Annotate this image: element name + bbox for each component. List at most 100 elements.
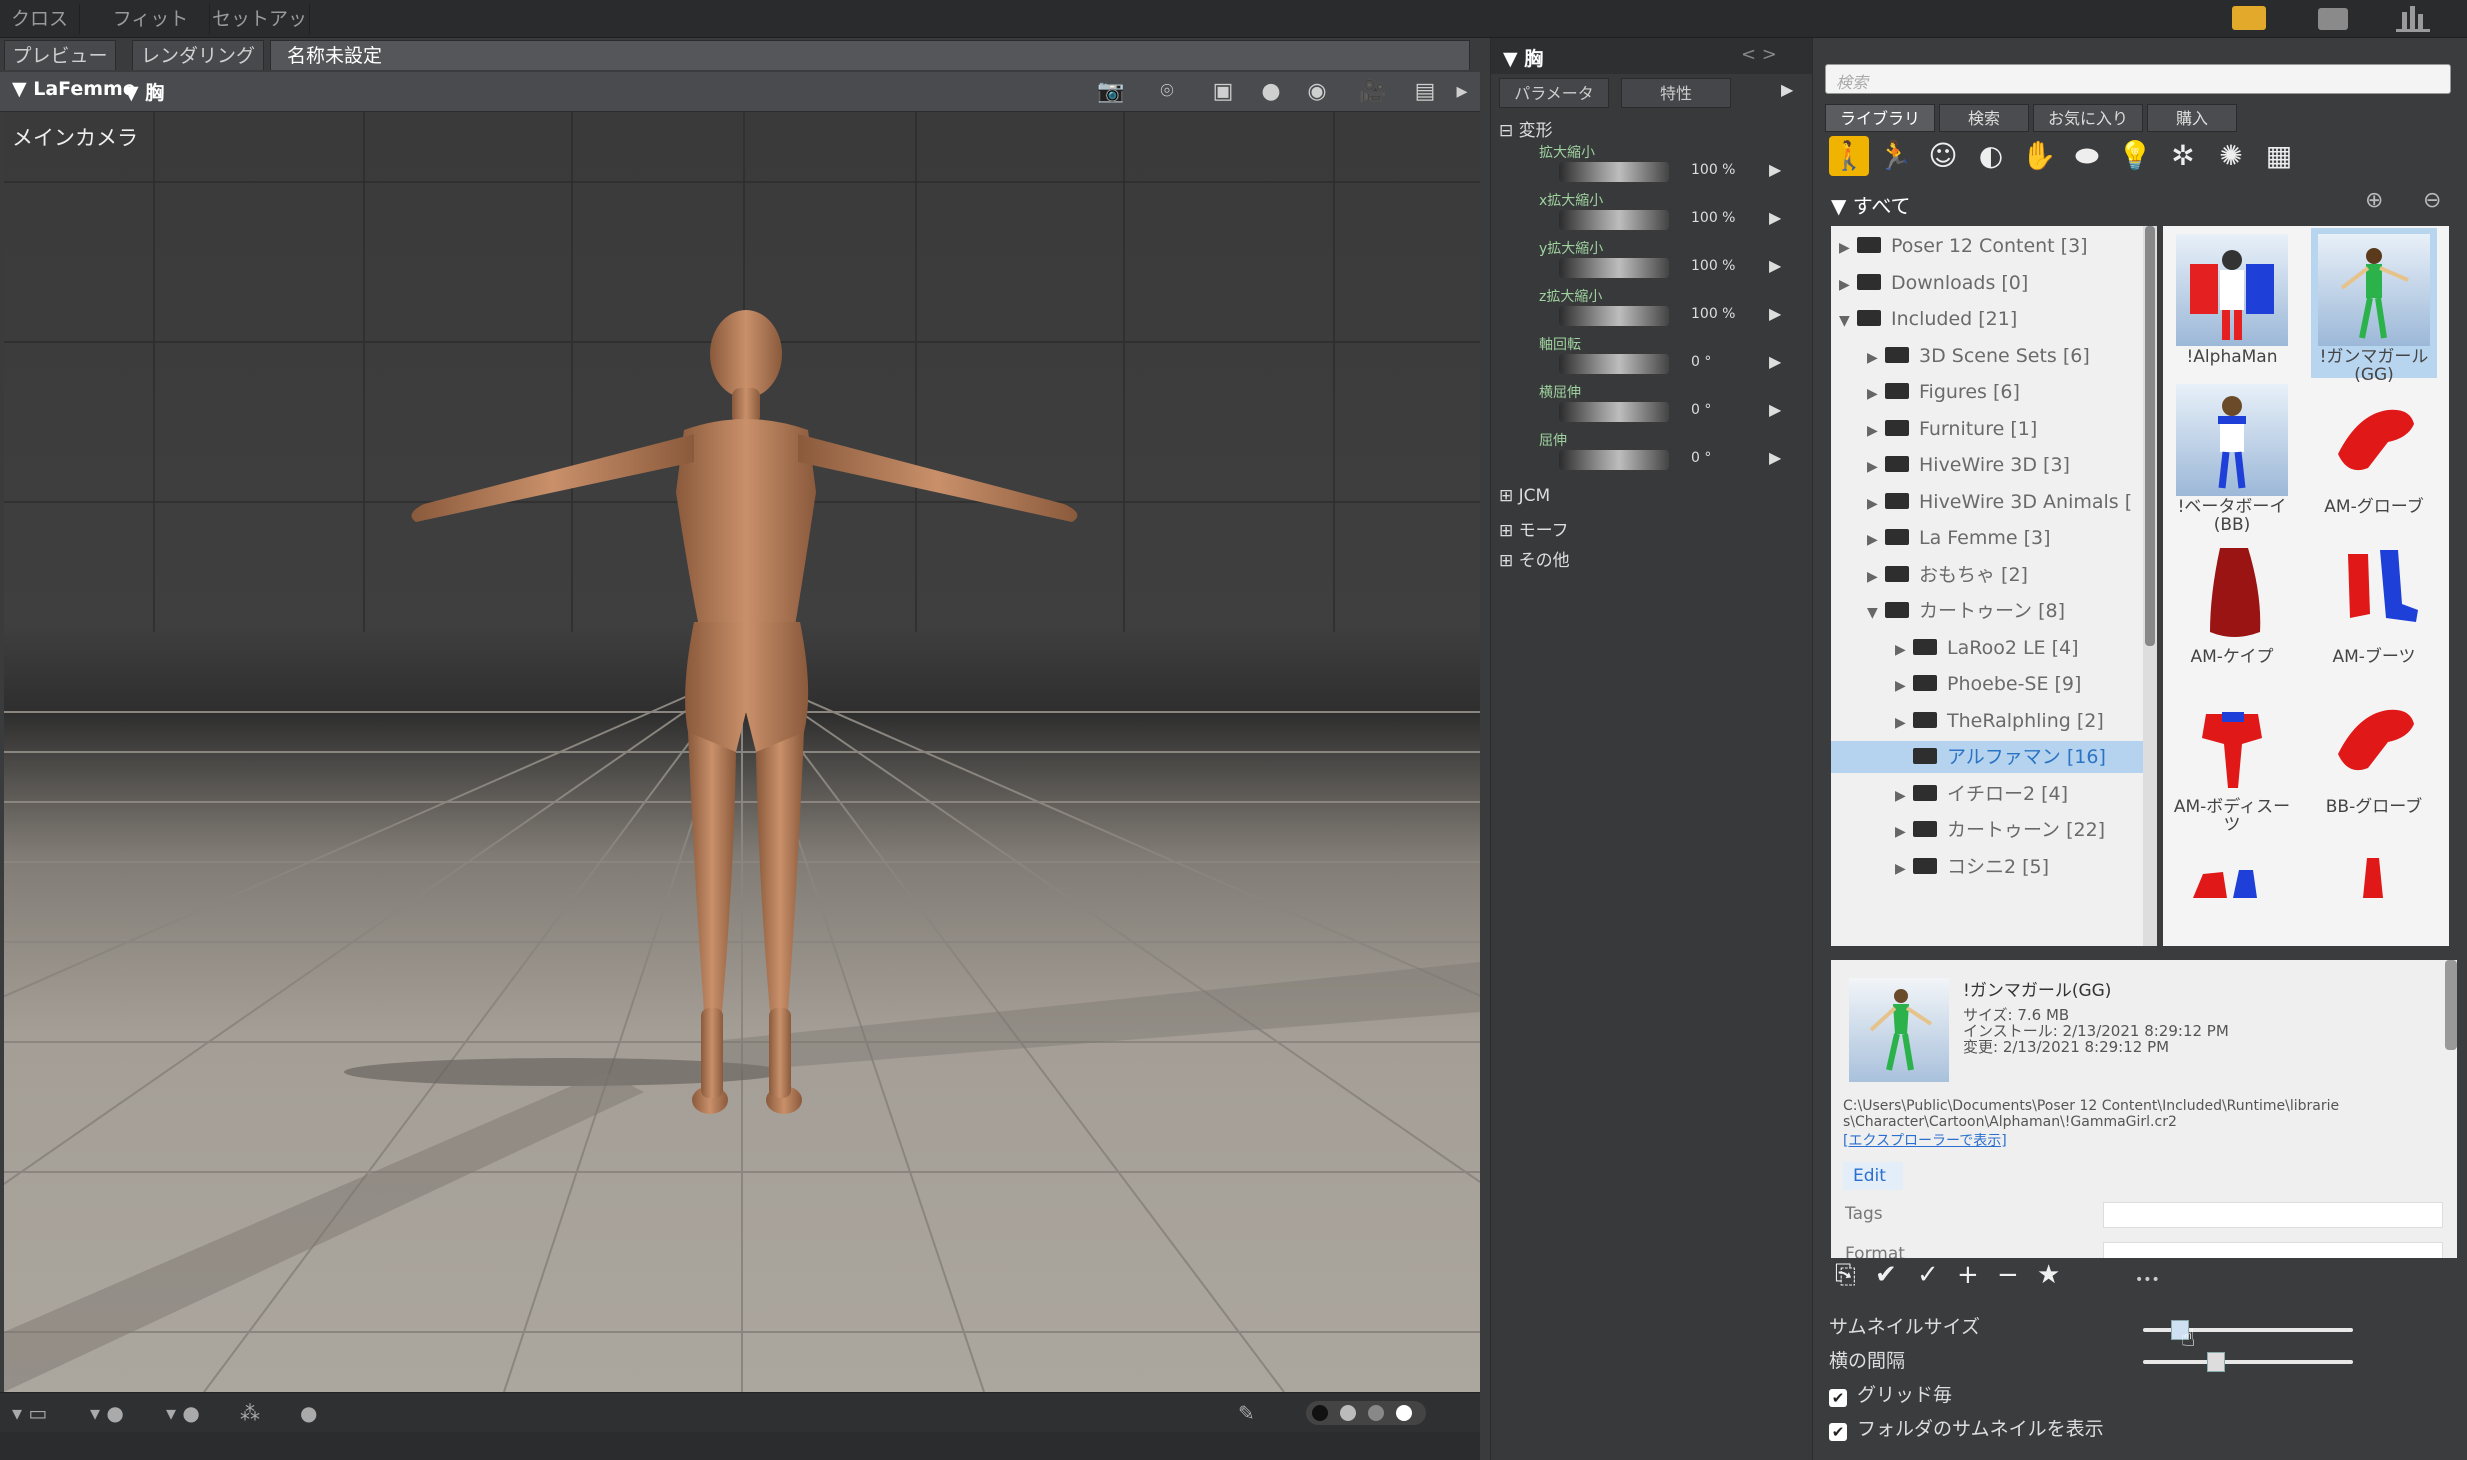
tree-item[interactable]: ▶ カートゥーン [22] xyxy=(1831,814,2143,846)
expand-arrow-icon[interactable]: ▼ xyxy=(1839,305,1857,337)
tree-item[interactable]: ▶ Downloads [0] xyxy=(1831,267,2143,299)
remove-library-icon[interactable]: ⊖ xyxy=(2423,188,2441,213)
grid-snap-checkbox[interactable]: ✔ xyxy=(1829,1389,1847,1407)
param-value[interactable]: 100 % xyxy=(1691,306,1735,322)
param-value[interactable]: 100 % xyxy=(1691,162,1735,178)
comment-icon[interactable] xyxy=(2318,8,2348,30)
search-input[interactable]: 検索 xyxy=(1825,64,2451,94)
tree-item[interactable]: ▶ HiveWire 3D Animals [ xyxy=(1831,486,2143,518)
sphere-small-icon[interactable]: ● xyxy=(300,1401,317,1425)
props-icon[interactable]: ⬬ xyxy=(2067,136,2107,176)
param-menu-icon[interactable]: ▶ xyxy=(1769,160,1781,179)
thumbnail-item[interactable]: !ベータボーイ (BB) xyxy=(2169,378,2295,534)
thumbnail-item[interactable]: AM-ボディスーツ xyxy=(2169,678,2295,834)
param-dial[interactable] xyxy=(1559,354,1669,374)
param-dial[interactable] xyxy=(1559,450,1669,470)
param-menu-icon[interactable]: ▶ xyxy=(1769,400,1781,419)
tab-library[interactable]: ライブラリ xyxy=(1825,104,1935,132)
add-icon[interactable]: + xyxy=(1957,1260,1979,1290)
param-menu-icon[interactable]: ▶ xyxy=(1781,80,1793,99)
format-field[interactable] xyxy=(2103,1242,2443,1258)
expand-arrow-icon[interactable]: ▶ xyxy=(1895,853,1913,885)
grid-snap-option[interactable]: ✔ グリッド毎 xyxy=(1829,1380,1952,1407)
param-value[interactable]: 100 % xyxy=(1691,210,1735,226)
remove-icon[interactable]: − xyxy=(1997,1260,2019,1290)
tree-item[interactable]: ▼ Included [21] xyxy=(1831,303,2143,335)
tree-item[interactable]: ▶ Phoebe-SE [9] xyxy=(1831,668,2143,700)
splitter-dots[interactable]: ••• xyxy=(2135,1272,2160,1288)
tree-item[interactable]: ▶ 3D Scene Sets [6] xyxy=(1831,340,2143,372)
camera-snapshot-icon[interactable]: ⌾ xyxy=(1150,77,1184,107)
param-nav[interactable]: < > xyxy=(1741,44,1777,65)
tree-scrollbar[interactable] xyxy=(2143,226,2157,946)
poses-icon[interactable]: 🏃 xyxy=(1875,136,1915,176)
expand-arrow-icon[interactable]: ▶ xyxy=(1895,634,1913,666)
expand-arrow-icon[interactable]: ▶ xyxy=(1895,780,1913,812)
sphere-icon[interactable]: ◉ xyxy=(1300,77,1334,107)
thumbnail-item[interactable]: AM-グローブ xyxy=(2311,378,2437,528)
tree-item[interactable]: ▶ Figures [6] xyxy=(1831,376,2143,408)
thumb-size-slider[interactable] xyxy=(2143,1320,2353,1340)
group-other[interactable]: ⊞ その他 xyxy=(1499,546,1570,571)
bottom-menu-icon[interactable]: ▾ ▭ xyxy=(12,1401,47,1425)
all-filter[interactable]: ▼ すべて xyxy=(1831,190,1911,219)
hair-icon[interactable]: ◐ xyxy=(1971,136,2011,176)
tab-properties[interactable]: 特性 xyxy=(1621,78,1731,108)
param-menu-icon[interactable]: ▶ xyxy=(1769,352,1781,371)
3d-viewport[interactable]: メインカメラ xyxy=(4,112,1480,1392)
group-transform[interactable]: ⊟ 変形 xyxy=(1499,116,1553,141)
thumbnail-item[interactable]: AM-ブーツ xyxy=(2311,528,2437,678)
tree-item[interactable]: ▶ おもちゃ [2] xyxy=(1831,559,2143,591)
expand-arrow-icon[interactable]: ▼ xyxy=(1867,597,1885,629)
tree-item[interactable]: ▼ カートゥーン [8] xyxy=(1831,595,2143,627)
balls-icon[interactable]: ⁂ xyxy=(240,1401,260,1425)
expand-arrow-icon[interactable]: ▶ xyxy=(1895,670,1913,702)
thumbnail-item[interactable]: !AlphaMan xyxy=(2169,228,2295,378)
expand-arrow-icon[interactable]: ▶ xyxy=(1867,488,1885,520)
explorer-link[interactable]: [エクスプローラーで表示] xyxy=(1843,1130,2007,1150)
tab-cloth[interactable]: クロス xyxy=(0,4,80,34)
favorite-star-icon[interactable]: ★ xyxy=(2037,1260,2060,1290)
param-menu-icon[interactable]: ▶ xyxy=(1769,256,1781,275)
expand-arrow-icon[interactable]: ▶ xyxy=(1839,269,1857,301)
lights-icon[interactable]: 💡 xyxy=(2115,136,2155,176)
expand-arrow-icon[interactable]: ▶ xyxy=(1867,378,1885,410)
scenes-icon[interactable]: ▦ xyxy=(2259,136,2299,176)
info-scrollbar[interactable] xyxy=(2445,960,2457,1050)
expand-arrow-icon[interactable]: ▶ xyxy=(1867,342,1885,374)
tab-fit[interactable]: フィット xyxy=(92,4,210,34)
expressions-icon[interactable]: ☺ xyxy=(1923,136,1963,176)
tab-render[interactable]: レンダリング xyxy=(132,40,264,70)
group-jcm[interactable]: ⊞ JCM xyxy=(1499,486,1550,506)
param-menu-icon[interactable]: ▶ xyxy=(1769,208,1781,227)
param-value[interactable]: 0 ° xyxy=(1691,402,1711,418)
display-dots[interactable] xyxy=(1306,1401,1426,1425)
tree-item[interactable]: アルファマン [16] xyxy=(1831,741,2143,773)
hands-icon[interactable]: ✋ xyxy=(2019,136,2059,176)
expand-arrow-icon[interactable]: ▶ xyxy=(1867,561,1885,593)
part-select[interactable]: ▼ 胸 xyxy=(124,78,164,105)
edit-button[interactable]: Edit xyxy=(1843,1162,1903,1190)
expand-arrow-icon[interactable]: ▶ xyxy=(1895,707,1913,739)
figure-select[interactable]: ▼ LaFemme xyxy=(12,78,136,100)
camera-icon[interactable]: 📷 xyxy=(1094,77,1128,107)
cameras-icon[interactable]: ✲ xyxy=(2163,136,2203,176)
camera-frame-icon[interactable]: ▣ xyxy=(1206,77,1240,107)
param-value[interactable]: 0 ° xyxy=(1691,450,1711,466)
param-dial[interactable] xyxy=(1559,258,1669,278)
tab-preview[interactable]: プレビュー xyxy=(4,40,116,70)
tree-item[interactable]: ▶ LaRoo2 LE [4] xyxy=(1831,632,2143,664)
stats-icon[interactable] xyxy=(2396,4,2430,32)
thumbnail-item[interactable]: AM-ケイプ xyxy=(2169,528,2295,678)
thumbnail-item[interactable]: BB-グローブ xyxy=(2311,678,2437,828)
expand-arrow-icon[interactable]: ▶ xyxy=(1839,232,1857,264)
expand-arrow-icon[interactable]: ▶ xyxy=(1895,816,1913,848)
tree-item[interactable]: ▶ イチロー2 [4] xyxy=(1831,778,2143,810)
tree-item[interactable]: ▶ Poser 12 Content [3] xyxy=(1831,230,2143,262)
param-menu-icon[interactable]: ▶ xyxy=(1769,304,1781,323)
folder-tree[interactable]: ▶ Poser 12 Content [3] ▶ Downloads [0] ▼ Incl… xyxy=(1831,226,2143,946)
figures-icon[interactable]: 🚶 xyxy=(1829,136,1869,176)
tab-favorites[interactable]: お気に入り xyxy=(2033,104,2143,132)
tab-purchase[interactable]: 購入 xyxy=(2147,104,2237,132)
film-camera-icon[interactable]: ▤ xyxy=(1408,77,1442,107)
